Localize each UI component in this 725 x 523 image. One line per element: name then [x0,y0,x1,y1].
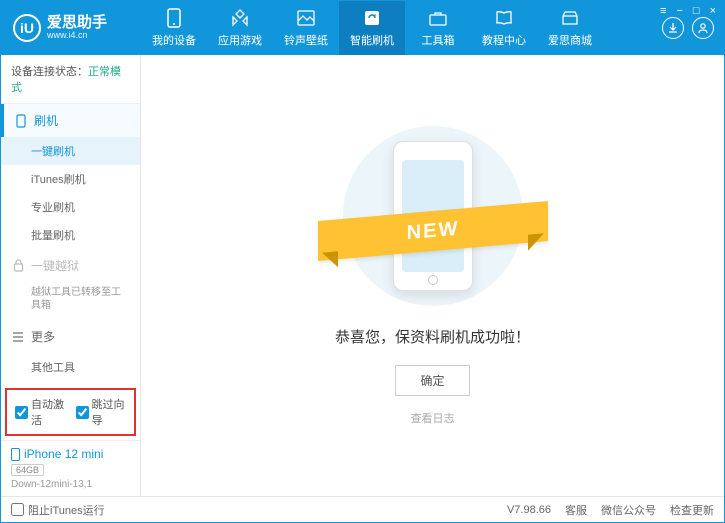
minimize-button[interactable]: − [674,5,684,17]
device-panel[interactable]: iPhone 12 mini 64GB Down-12mini-13,1 [1,440,140,496]
phone-small-icon [14,114,28,128]
titlebar-right [652,17,724,39]
nav-ringtone[interactable]: 铃声壁纸 [273,1,339,55]
jailbreak-note: 越狱工具已转移至工具箱 [1,282,140,320]
sub-other-tools[interactable]: 其他工具 [1,353,140,381]
nav-my-device[interactable]: 我的设备 [141,1,207,55]
titlebar: iU 爱思助手 www.i4.cn 我的设备 应用游戏 铃声壁纸 智能刷机 [1,1,724,55]
check-label: 自动激活 [31,396,66,428]
logo: iU 爱思助手 www.i4.cn [1,14,141,42]
more-icon [11,330,25,344]
nav-flash[interactable]: 智能刷机 [339,1,405,55]
nav-tutorial[interactable]: 教程中心 [471,1,537,55]
nav-apps[interactable]: 应用游戏 [207,1,273,55]
body: 设备连接状态：正常模式 刷机 一键刷机 iTunes刷机 专业刷机 批量刷机 一… [1,55,724,496]
nav-label: 工具箱 [422,32,455,48]
sub-itunes-flash[interactable]: iTunes刷机 [1,165,140,193]
cat-label: 刷机 [34,112,58,129]
download-button[interactable] [662,17,684,39]
device-capacity: 64GB [11,464,44,476]
flash-icon [362,8,382,28]
sidebar: 设备连接状态：正常模式 刷机 一键刷机 iTunes刷机 专业刷机 批量刷机 一… [1,55,141,496]
nav-label: 铃声壁纸 [284,32,328,48]
nav-label: 爱思商城 [548,32,592,48]
side-menu: 刷机 一键刷机 iTunes刷机 专业刷机 批量刷机 一键越狱 越狱工具已转移至… [1,104,140,384]
nav-toolbox[interactable]: 工具箱 [405,1,471,55]
wechat-link[interactable]: 微信公众号 [601,502,656,518]
user-button[interactable] [692,17,714,39]
check-skip-guide[interactable]: 跳过向导 [76,396,127,428]
device-name: iPhone 12 mini [11,447,130,461]
sub-batch-flash[interactable]: 批量刷机 [1,221,140,249]
check-label: 跳过向导 [92,396,127,428]
window-controls: ≡ − □ × [658,5,718,17]
cat-label: 一键越狱 [31,257,79,274]
nav-label: 智能刷机 [350,32,394,48]
app-window: ≡ − □ × iU 爱思助手 www.i4.cn 我的设备 应用游戏 铃声壁纸 [0,0,725,523]
wallpaper-icon [296,8,316,28]
block-label: 阻止iTunes运行 [28,502,105,518]
nav-store[interactable]: 爱思商城 [537,1,603,55]
sub-one-key-flash[interactable]: 一键刷机 [1,137,140,165]
block-itunes[interactable]: 阻止iTunes运行 [11,502,105,518]
apps-icon [230,8,250,28]
status-label: 设备连接状态： [11,66,88,78]
ok-button[interactable]: 确定 [395,365,469,396]
phone-icon [164,8,184,28]
cat-jailbreak[interactable]: 一键越狱 [1,249,140,282]
logo-icon: iU [13,14,41,42]
menu-button[interactable]: ≡ [658,5,668,17]
block-itunes-checkbox[interactable] [11,503,24,516]
check-update-link[interactable]: 检查更新 [670,502,714,518]
footer: 阻止iTunes运行 V7.98.66 客服 微信公众号 检查更新 [1,496,724,522]
sub-download-firmware[interactable]: 下载固件 [1,381,140,384]
skip-guide-checkbox[interactable] [76,406,89,419]
cat-label: 更多 [31,328,55,345]
device-phone-icon [11,448,20,461]
cat-more[interactable]: 更多 [1,320,140,353]
customer-service-link[interactable]: 客服 [565,502,587,518]
options-box: 自动激活 跳过向导 [5,388,136,436]
success-message: 恭喜您，保资料刷机成功啦！ [335,326,530,347]
sub-pro-flash[interactable]: 专业刷机 [1,193,140,221]
device-subtitle: Down-12mini-13,1 [11,479,130,490]
main-nav: 我的设备 应用游戏 铃声壁纸 智能刷机 工具箱 教程中心 [141,1,652,55]
nav-label: 应用游戏 [218,32,262,48]
lock-icon [11,259,25,273]
success-illustration: NEW [333,126,533,306]
nav-label: 教程中心 [482,32,526,48]
version-label: V7.98.66 [507,504,551,516]
view-log-link[interactable]: 查看日志 [411,410,455,426]
close-button[interactable]: × [708,5,718,17]
store-icon [560,8,580,28]
auto-activate-checkbox[interactable] [15,406,28,419]
main-content: NEW 恭喜您，保资料刷机成功啦！ 确定 查看日志 [141,55,724,496]
app-title: 爱思助手 [47,15,107,32]
maximize-button[interactable]: □ [691,5,702,17]
connection-status: 设备连接状态：正常模式 [1,55,140,104]
app-subtitle: www.i4.cn [47,31,107,41]
book-icon [494,8,514,28]
toolbox-icon [428,8,448,28]
check-auto-activate[interactable]: 自动激活 [15,396,66,428]
cat-flash[interactable]: 刷机 [1,104,140,137]
nav-label: 我的设备 [152,32,196,48]
